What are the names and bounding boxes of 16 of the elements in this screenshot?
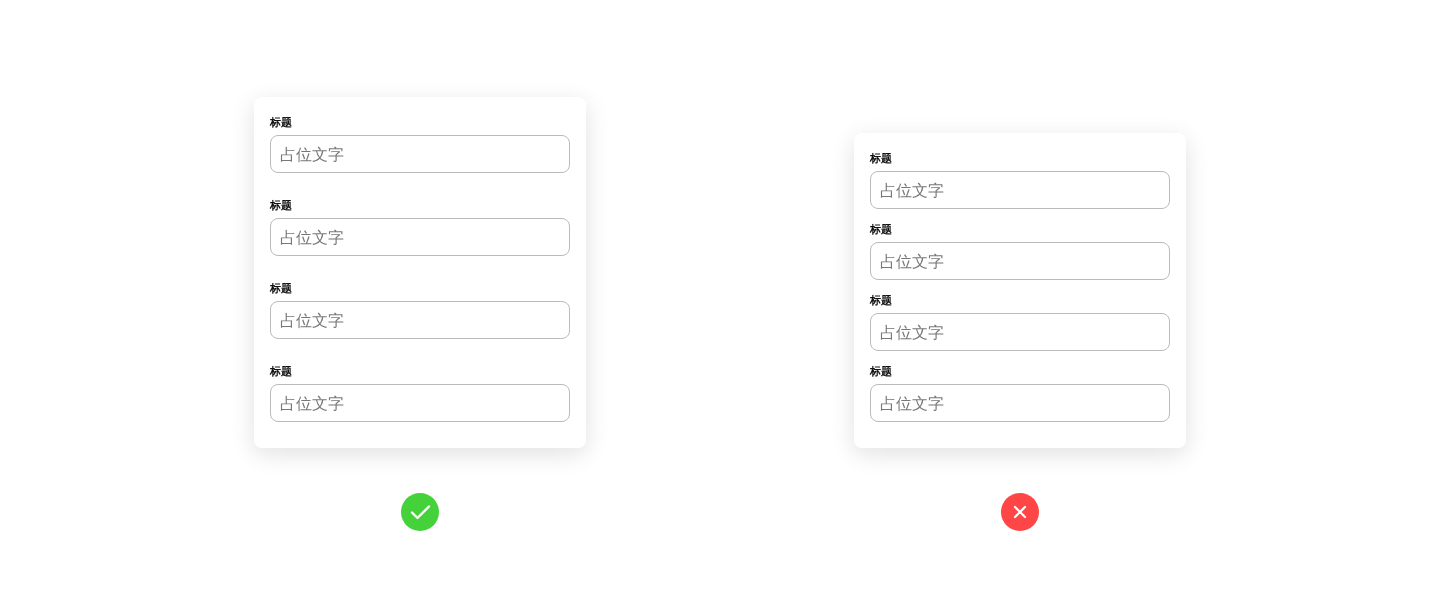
field-label: 标题: [870, 222, 893, 238]
input-field[interactable]: 占位文字: [870, 313, 1170, 351]
input-field[interactable]: 占位文字: [270, 218, 570, 256]
field-label: 标题: [870, 151, 893, 167]
field-label: 标题: [870, 293, 893, 309]
input-field[interactable]: 占位文字: [870, 242, 1170, 280]
field-label: 标题: [270, 115, 293, 131]
input-field[interactable]: 占位文字: [870, 384, 1170, 422]
field-label: 标题: [270, 198, 293, 214]
input-field[interactable]: 占位文字: [870, 171, 1170, 209]
input-field[interactable]: 占位文字: [270, 384, 570, 422]
field-label: 标题: [270, 281, 293, 297]
input-field[interactable]: 占位文字: [270, 135, 570, 173]
input-field[interactable]: 占位文字: [270, 301, 570, 339]
field-label: 标题: [870, 364, 893, 380]
field-label: 标题: [270, 364, 293, 380]
